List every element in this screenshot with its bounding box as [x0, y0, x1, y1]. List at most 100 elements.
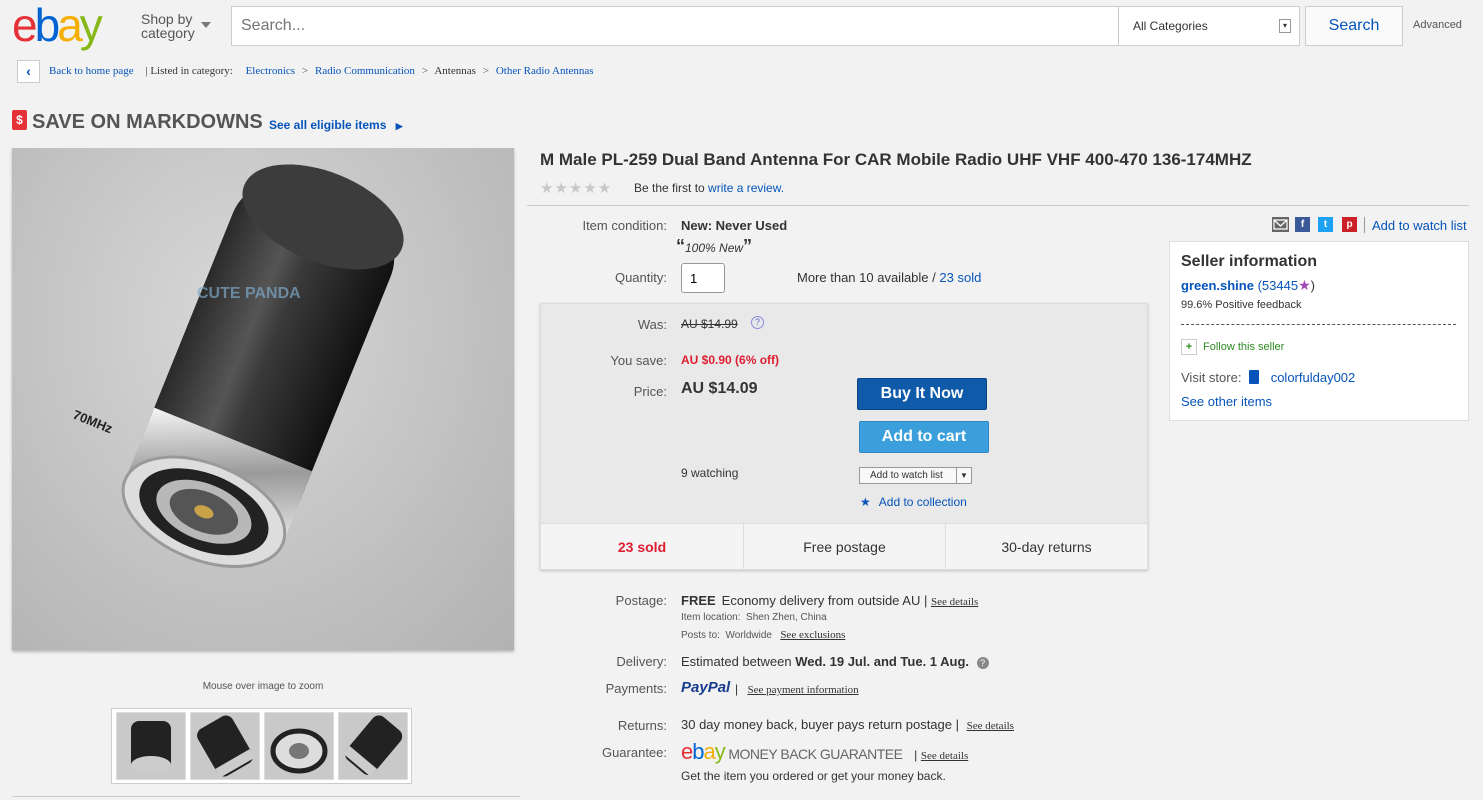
review-prefix: Be the first to: [634, 181, 705, 195]
back-arrow-icon[interactable]: ‹: [17, 60, 40, 83]
see-other-items-link[interactable]: See other items: [1181, 394, 1272, 409]
breadcrumb-other-radio-antennas[interactable]: Other Radio Antennas: [496, 65, 594, 77]
guarantee-label: Guarantee:: [601, 745, 667, 760]
positive-feedback: 99.6% Positive feedback: [1181, 299, 1302, 311]
help-icon[interactable]: ?: [976, 657, 989, 669]
item-location: Item location: Shen Zhen, China: [681, 612, 827, 623]
store-name-link[interactable]: colorfulday002: [1271, 370, 1356, 385]
twitter-icon[interactable]: t: [1318, 217, 1333, 232]
ebay-mini-logo: ebay: [681, 739, 726, 764]
pinterest-icon[interactable]: p: [1342, 217, 1357, 232]
main-product-image[interactable]: CUTE PANDA 70MHz: [12, 148, 514, 650]
thumbnail-graphic: [197, 715, 255, 778]
add-to-watch-list-link[interactable]: Add to watch list: [1372, 218, 1467, 233]
add-to-watch-list-button[interactable]: Add to watch list ▼: [859, 467, 972, 484]
posts-to-value: Worldwide: [725, 630, 772, 641]
divider: [527, 205, 1469, 206]
add-collection-label: Add to collection: [878, 495, 967, 509]
thumbnail-image[interactable]: [116, 712, 186, 780]
star-icon: ★: [860, 495, 871, 509]
shop-by-category[interactable]: Shop by category: [141, 12, 195, 40]
dropdown-arrow-icon[interactable]: ▾: [1279, 19, 1291, 33]
thumbnail-strip: [111, 708, 412, 784]
breadcrumb: Back to home page | Listed in category: …: [49, 65, 597, 77]
watching-count: 9 watching: [681, 466, 739, 480]
paypal-text: PayPal: [681, 679, 731, 696]
postage-description: Economy delivery from outside AU |: [721, 593, 928, 608]
advanced-search-link[interactable]: Advanced: [1413, 19, 1462, 31]
condition-note: “100% New”: [676, 236, 753, 256]
search-input[interactable]: [232, 7, 1117, 45]
category-select[interactable]: All Categories ▾: [1118, 7, 1299, 45]
guarantee-details-link[interactable]: See details: [921, 750, 968, 762]
was-price: AU $14.99: [681, 317, 738, 331]
posts-to-label: Posts to:: [681, 630, 720, 641]
divider: [1181, 324, 1456, 325]
you-save-label: You save:: [610, 353, 667, 368]
location-label: Item location:: [681, 612, 741, 623]
feedback-score-link[interactable]: (53445: [1258, 278, 1298, 293]
ebay-logo[interactable]: ebay: [12, 2, 103, 48]
review-prompt: Be the first to write a review.: [634, 181, 784, 195]
price-label: Price:: [633, 384, 667, 399]
seller-name-link[interactable]: green.shine: [1181, 278, 1254, 293]
see-eligible-items-link[interactable]: See all eligible items ▶: [269, 118, 403, 132]
thumbnail-image[interactable]: [338, 712, 408, 780]
sold-count-link[interactable]: 23 sold: [939, 270, 981, 285]
stats-row: 23 sold Free postage 30-day returns: [541, 523, 1147, 570]
help-icon[interactable]: ?: [751, 316, 764, 329]
breadcrumb-electronics[interactable]: Electronics: [246, 65, 295, 77]
breadcrumb-antennas[interactable]: Antennas: [434, 65, 476, 77]
add-to-collection-link[interactable]: ★ Add to collection: [860, 495, 967, 509]
email-graphic: [1273, 219, 1288, 230]
shop-by-line2: category: [141, 25, 195, 41]
payment-info-link[interactable]: See payment information: [747, 684, 858, 696]
breadcrumb-radio-communication[interactable]: Radio Communication: [315, 65, 415, 77]
seller-panel: Seller information green.shine (53445★) …: [1169, 241, 1469, 421]
see-exclusions-link[interactable]: See exclusions: [780, 629, 845, 641]
savings-amount: AU $0.90 (6% off): [681, 353, 780, 367]
price-tag-icon: $: [12, 110, 27, 130]
delivery-dates: Wed. 19 Jul. and Tue. 1 Aug.: [795, 654, 970, 669]
shop-by-line1: Shop by: [141, 11, 193, 27]
availability-text: More than 10 available / 23 sold: [797, 270, 981, 285]
category-select-value: All Categories: [1133, 19, 1208, 33]
stat-sold: 23 sold: [617, 539, 667, 555]
stat-postage: Free postage: [743, 524, 945, 570]
payments-label: Payments:: [605, 681, 667, 696]
returns-details-link[interactable]: See details: [967, 720, 1014, 732]
listed-in-label: | Listed in category:: [145, 65, 233, 77]
see-eligible-label: See all eligible items: [269, 118, 387, 132]
thumbnail-image[interactable]: [190, 712, 260, 780]
back-to-home-link[interactable]: Back to home page: [49, 65, 134, 77]
current-price: AU $14.09: [681, 380, 758, 397]
feedback-star-icon: ★: [1298, 277, 1311, 293]
antenna-image: CUTE PANDA 70MHz: [71, 164, 404, 569]
zoom-hint: Mouse over image to zoom: [202, 681, 324, 692]
search-button[interactable]: Search: [1305, 6, 1403, 46]
quantity-input[interactable]: [681, 263, 725, 293]
condition-value: New: Never Used: [681, 218, 788, 233]
payment-info: | See payment information: [735, 682, 859, 696]
chevron-down-icon[interactable]: [201, 22, 211, 28]
markdowns-title: SAVE ON MARKDOWNS: [32, 111, 263, 133]
seller-heading: Seller information: [1181, 253, 1318, 270]
condition-label: Item condition:: [582, 218, 667, 233]
divider: [1364, 217, 1365, 233]
breadcrumb-separator: >: [421, 65, 429, 77]
returns-value: 30 day money back, buyer pays return pos…: [681, 717, 1014, 732]
thumbnail-image[interactable]: [264, 712, 334, 780]
postage-details-link[interactable]: See details: [931, 596, 978, 608]
delivery-value: Estimated between Wed. 19 Jul. and Tue. …: [681, 654, 989, 669]
paypal-logo: PayPal: [681, 679, 730, 696]
divider: [12, 796, 520, 797]
chevron-down-icon[interactable]: ▼: [956, 468, 971, 483]
facebook-icon[interactable]: f: [1295, 217, 1310, 232]
stat-returns: 30-day returns: [945, 524, 1147, 570]
postage-value: FREE Economy delivery from outside AU | S…: [681, 593, 978, 608]
buy-it-now-button[interactable]: Buy It Now: [857, 378, 987, 410]
add-to-cart-button[interactable]: Add to cart: [859, 421, 989, 453]
email-icon[interactable]: [1272, 217, 1289, 232]
follow-seller-link[interactable]: + Follow this seller: [1181, 339, 1284, 355]
write-review-link[interactable]: write a review.: [708, 181, 784, 195]
